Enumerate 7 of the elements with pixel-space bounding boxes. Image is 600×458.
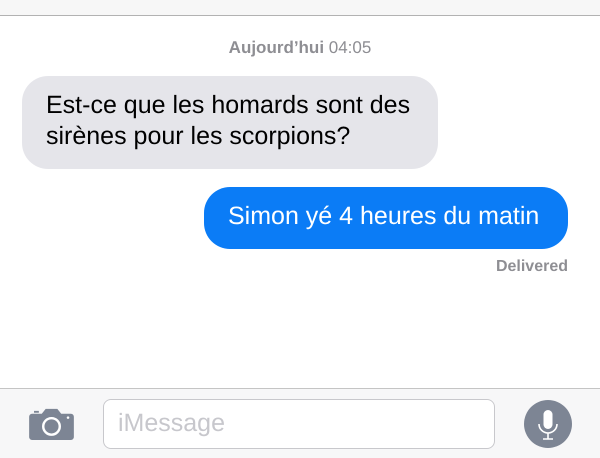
microphone-icon[interactable] (523, 398, 573, 448)
message-bubble: Est-ce que les homards sont des sirènes pour les scorpions? (22, 76, 438, 169)
camera-icon[interactable] (28, 406, 75, 441)
message-input-field[interactable]: iMessage (103, 398, 495, 448)
timestamp: Aujourd’hui 04:05 (228, 38, 372, 58)
message-bubble: Simon yé 4 heures du matin (204, 187, 568, 249)
delivery-status: Delivered (496, 258, 568, 276)
